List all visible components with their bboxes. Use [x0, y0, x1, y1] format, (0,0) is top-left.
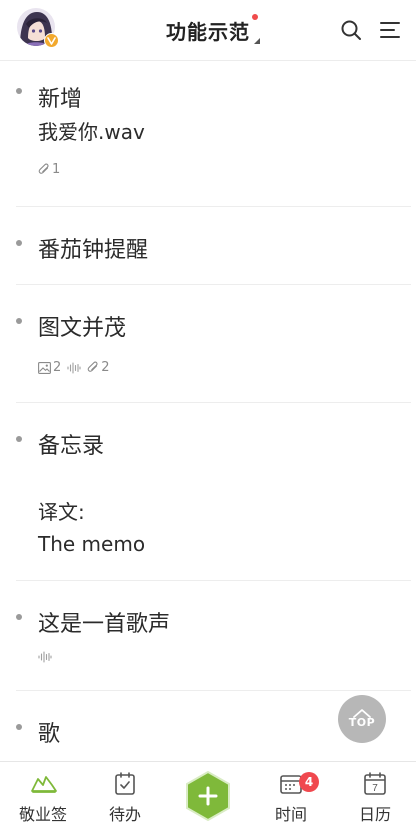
- note-item[interactable]: 备忘录 译文: The memo: [16, 403, 411, 581]
- page-title[interactable]: 功能示范: [166, 13, 260, 45]
- tab-label: 待办: [108, 805, 141, 824]
- image-icon: [38, 361, 51, 374]
- scroll-to-top-label: TOP: [348, 716, 376, 729]
- plus-icon: [186, 770, 230, 822]
- unread-dot: [252, 13, 258, 20]
- note-item[interactable]: 这是一首歌声: [16, 581, 411, 691]
- bullet: [16, 88, 22, 94]
- bullet: [16, 724, 22, 730]
- note-meta: [38, 651, 52, 663]
- bird-icon: [30, 771, 57, 797]
- note-title: 歌: [38, 722, 61, 747]
- note-item[interactable]: 图文并茂 2 2: [16, 285, 411, 403]
- menu-button[interactable]: [378, 18, 402, 42]
- vip-badge-icon: [44, 33, 59, 48]
- audio-wave-icon: [67, 361, 81, 374]
- tab-label: 敬业签: [18, 805, 67, 824]
- note-body-line: 我爱你.wav: [38, 120, 145, 144]
- checklist-icon: [112, 771, 138, 797]
- audio-wave-icon: [38, 651, 52, 663]
- note-title: 新增: [38, 87, 83, 112]
- tab-label: 时间: [274, 805, 307, 824]
- note-title: 图文并茂: [38, 316, 127, 341]
- paperclip-icon: [38, 163, 49, 174]
- note-title: 番茄钟提醒: [38, 238, 149, 263]
- add-note-button[interactable]: [183, 770, 233, 822]
- note-body-line: 译文:: [38, 500, 85, 524]
- bullet: [16, 240, 22, 246]
- note-title: 备忘录: [38, 434, 105, 459]
- search-icon: [341, 20, 361, 40]
- calendar-day: 7: [372, 783, 378, 794]
- note-item[interactable]: 新增 我爱你.wav 1: [16, 61, 411, 207]
- scroll-to-top-button[interactable]: TOP: [338, 695, 386, 743]
- tab-jingyeqian[interactable]: 敬业签: [8, 762, 78, 831]
- calendar-icon: 7: [362, 771, 388, 797]
- tab-calendar[interactable]: 7 日历: [340, 762, 410, 831]
- notification-badge: 4: [299, 772, 319, 792]
- bullet: [16, 614, 22, 620]
- menu-icon: [380, 22, 400, 38]
- app-header: 功能示范: [0, 0, 416, 61]
- note-meta: 1: [38, 162, 66, 177]
- tab-time[interactable]: 时间: [256, 762, 326, 831]
- paperclip-icon: [87, 361, 98, 372]
- bullet: [16, 318, 22, 324]
- tab-todo[interactable]: 待办: [90, 762, 160, 831]
- search-button[interactable]: [339, 18, 363, 42]
- attachment-count: 2: [101, 360, 110, 375]
- note-meta: 2 2: [38, 360, 116, 375]
- note-body-line: The memo: [38, 532, 146, 556]
- attachment-count: 1: [52, 162, 61, 177]
- page-title-text: 功能示范: [166, 19, 250, 44]
- dropdown-caret-icon: [254, 37, 260, 44]
- bullet: [16, 436, 22, 442]
- note-item[interactable]: 番茄钟提醒: [16, 207, 411, 285]
- tab-label: 日历: [358, 805, 391, 824]
- note-title: 这是一首歌声: [38, 612, 171, 637]
- image-count: 2: [53, 360, 62, 375]
